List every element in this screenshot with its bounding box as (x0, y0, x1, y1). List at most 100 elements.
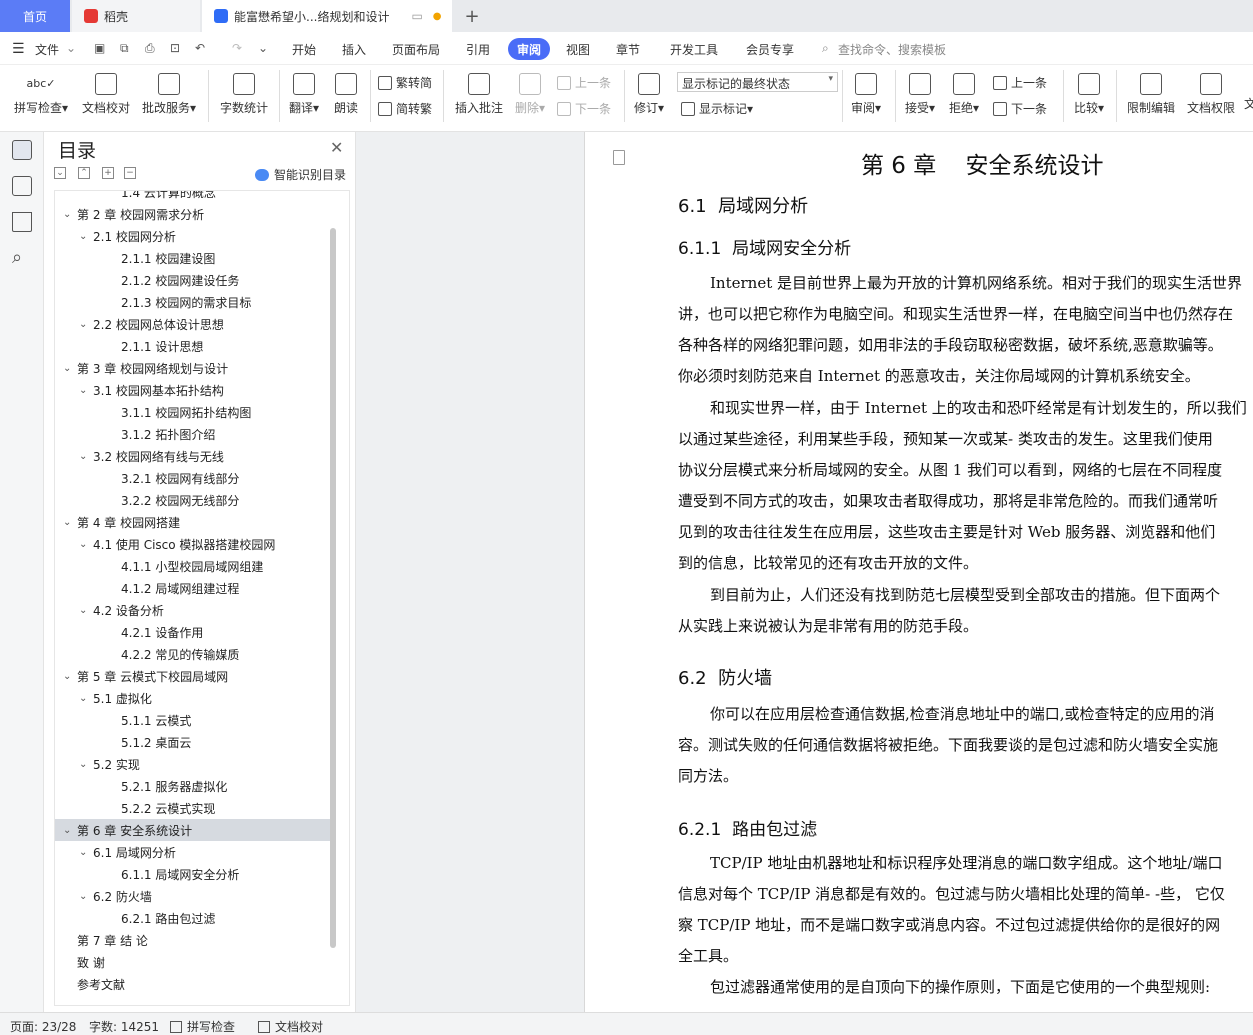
redo-icon[interactable]: ↷ (232, 41, 242, 55)
toc-item[interactable]: 5.1.1 云模式 (55, 709, 331, 731)
toc-item[interactable]: 4.1.1 小型校园局域网组建 (55, 555, 331, 577)
command-search-input[interactable]: 查找命令、搜索模板 (838, 41, 946, 58)
toc-item[interactable]: 3.1.2 拓扑图介绍 (55, 423, 331, 445)
reject-button[interactable]: 拒绝▾ (946, 73, 982, 116)
trad-to-simp-button[interactable]: 繁转简 (378, 74, 432, 91)
toc-item[interactable]: 参考文献 (55, 973, 331, 995)
tab-daoke[interactable]: 稻壳 (72, 0, 200, 32)
page-indicator[interactable]: 页面: 23/28 (10, 1018, 76, 1035)
show-markup-button[interactable]: 显示标记 ▾ (681, 100, 753, 117)
prev-comment-button[interactable]: 上一条 (557, 74, 611, 91)
page-options-icon[interactable] (613, 150, 625, 165)
toc-item[interactable]: 5.1.2 桌面云 (55, 731, 331, 753)
toc-item[interactable]: 6.2.1 路由包过滤 (55, 907, 331, 929)
preview-icon[interactable]: ⊡ (170, 41, 180, 55)
toc-item[interactable]: 4.1.2 局域网组建过程 (55, 577, 331, 599)
tab-document[interactable]: 能富懋希望小...络规划和设计 ▭ ● (202, 0, 452, 32)
chevron-down-icon[interactable]: ⌄ (66, 41, 76, 55)
toc-item[interactable]: 3.1.1 校园网拓扑结构图 (55, 401, 331, 423)
menu-item-insert[interactable]: 插入 (342, 41, 366, 58)
status-spell-check[interactable]: 拼写检查 (170, 1018, 235, 1035)
collapse-level-icon[interactable]: ⌄ (54, 167, 66, 179)
menu-item-devtools[interactable]: 开发工具 (670, 41, 718, 58)
batch-service-button[interactable]: 批改服务▾ (140, 73, 198, 116)
toc-item[interactable]: ⌄ 2.2 校园网总体设计思想 (55, 313, 331, 335)
toc-item[interactable]: ⌄ 5.2 实现 (55, 753, 331, 775)
toc-item[interactable]: ⌄ 4.1 使用 Cisco 模拟器搭建校园网 (55, 533, 331, 555)
chevron-down-icon[interactable]: ⌄ (63, 671, 77, 682)
toc-item[interactable]: 5.2.1 服务器虚拟化 (55, 775, 331, 797)
expand-level-icon[interactable]: ⌃ (78, 167, 90, 179)
undo-icon[interactable]: ↶ (195, 41, 205, 55)
export-icon[interactable]: ⧉ (120, 41, 129, 56)
tab-home[interactable]: 首页 (0, 0, 70, 32)
toc-item[interactable]: 致 谢 (55, 951, 331, 973)
toc-item[interactable]: 2.1.2 校园网建设任务 (55, 269, 331, 291)
status-doc-proof[interactable]: 文档校对 (258, 1018, 323, 1035)
chevron-down-icon[interactable]: ⌄ (79, 385, 93, 396)
menu-item-reference[interactable]: 引用 (466, 41, 490, 58)
menu-item-start[interactable]: 开始 (292, 41, 316, 58)
toc-item[interactable]: 6.1.1 局域网安全分析 (55, 863, 331, 885)
toc-item[interactable]: ⌄ 第 5 章 云模式下校园局域网 (55, 665, 331, 687)
outline-icon[interactable] (12, 140, 32, 160)
prev-change-button[interactable]: 上一条 (993, 74, 1047, 91)
menu-item-layout[interactable]: 页面布局 (392, 41, 440, 58)
toc-item[interactable]: 1.4 云计算的概念 (55, 191, 331, 203)
toc-item[interactable]: 2.1.1 设计思想 (55, 335, 331, 357)
simp-to-trad-button[interactable]: 简转繁 (378, 100, 432, 117)
restrict-edit-button[interactable]: 限制编辑 (1124, 73, 1178, 116)
toc-item[interactable]: ⌄ 3.2 校园网络有线与无线 (55, 445, 331, 467)
hamburger-icon[interactable]: ☰ (12, 41, 25, 57)
toc-item[interactable]: 4.2.2 常见的传输媒质 (55, 643, 331, 665)
toc-item[interactable]: ⌄ 6.2 防火墙 (55, 885, 331, 907)
smart-toc-button[interactable]: 智能识别目录 (255, 166, 346, 183)
more-ribbon-button[interactable]: 文 (1244, 95, 1253, 112)
revise-button[interactable]: 修订▾ (630, 73, 668, 116)
monitor-icon[interactable]: ▭ (411, 9, 422, 23)
doc-check-button[interactable]: 文档校对 (80, 73, 132, 116)
toc-item[interactable]: ⌄ 第 6 章 安全系统设计 (55, 819, 331, 841)
search-icon[interactable]: ⌕ (822, 41, 829, 56)
print-icon[interactable]: ⎙ (145, 41, 155, 56)
more-chevron-icon[interactable]: ⌄ (258, 41, 268, 55)
document-page[interactable]: 第 6 章 安全系统设计 6.1 局域网分析 6.1.1 局域网安全分析 Int… (584, 132, 1253, 1012)
chapter-nav-icon[interactable] (12, 176, 32, 196)
toc-item[interactable]: ⌄ 2.1 校园网分析 (55, 225, 331, 247)
search-icon[interactable]: ⌕ (12, 247, 22, 268)
chevron-down-icon[interactable]: ⌄ (79, 759, 93, 770)
chevron-down-icon[interactable]: ⌄ (63, 209, 77, 220)
toc-item[interactable]: 5.2.2 云模式实现 (55, 797, 331, 819)
accept-button[interactable]: 接受▾ (902, 73, 938, 116)
chevron-down-icon[interactable]: ⌄ (79, 847, 93, 858)
word-count-button[interactable]: 字数统计 (217, 73, 271, 116)
doc-permission-button[interactable]: 文档权限 (1184, 73, 1238, 116)
toc-item[interactable]: ⌄ 第 2 章 校园网需求分析 (55, 203, 331, 225)
menu-item-review[interactable]: 审阅 (508, 38, 550, 60)
toc-item[interactable]: ⌄ 6.1 局域网分析 (55, 841, 331, 863)
chevron-down-icon[interactable]: ⌄ (79, 693, 93, 704)
collapse-all-icon[interactable]: − (124, 167, 136, 179)
toc-item[interactable]: 2.1.3 校园网的需求目标 (55, 291, 331, 313)
next-change-button[interactable]: 下一条 (993, 100, 1047, 117)
chevron-down-icon[interactable]: ⌄ (79, 539, 93, 550)
toc-item[interactable]: ⌄ 第 3 章 校园网络规划与设计 (55, 357, 331, 379)
bookmark-icon[interactable] (12, 212, 32, 232)
chevron-down-icon[interactable]: ⌄ (79, 319, 93, 330)
menu-item-member[interactable]: 会员专享 (746, 41, 794, 58)
chevron-down-icon[interactable]: ⌄ (63, 363, 77, 374)
chevron-down-icon[interactable]: ⌄ (63, 825, 77, 836)
close-icon[interactable]: ✕ (330, 138, 343, 157)
save-icon[interactable]: ▣ (94, 41, 105, 55)
chevron-down-icon[interactable]: ⌄ (63, 517, 77, 528)
toc-item[interactable]: ⌄ 3.1 校园网基本拓扑结构 (55, 379, 331, 401)
chevron-down-icon[interactable]: ⌄ (79, 605, 93, 616)
chevron-down-icon[interactable]: ⌄ (79, 231, 93, 242)
toc-item[interactable]: ⌄ 第 4 章 校园网搭建 (55, 511, 331, 533)
toc-item[interactable]: ⌄ 5.1 虚拟化 (55, 687, 331, 709)
toc-item[interactable]: 2.1.1 校园建设图 (55, 247, 331, 269)
toc-item[interactable]: 3.2.1 校园网有线部分 (55, 467, 331, 489)
menu-item-chapter[interactable]: 章节 (616, 41, 640, 58)
menu-file[interactable]: 文件 (35, 41, 59, 58)
toc-item[interactable]: 3.2.2 校园网无线部分 (55, 489, 331, 511)
